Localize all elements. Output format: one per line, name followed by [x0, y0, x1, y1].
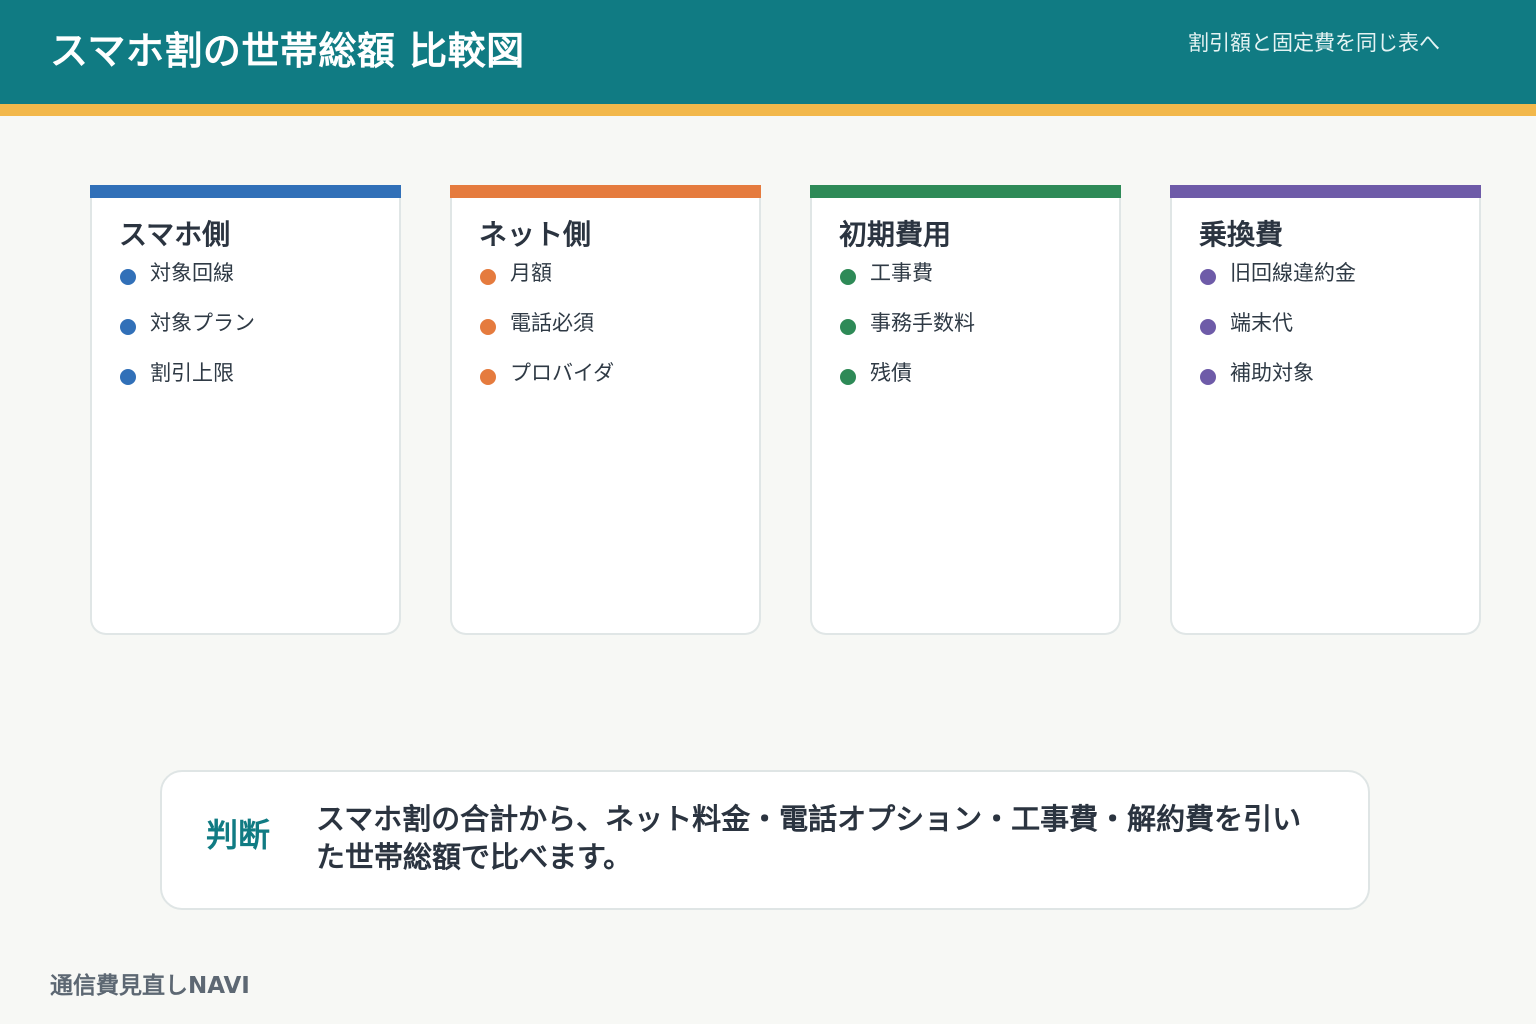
list-item: 対象回線 — [120, 258, 255, 308]
card-color-bar — [90, 185, 401, 198]
list-item: 月額 — [480, 258, 614, 308]
judgement-box: 判断 スマホ割の合計から、ネット料金・電話オプション・工事費・解約費を引いた世帯… — [160, 770, 1370, 910]
bullet-dot-icon — [120, 319, 136, 335]
bullet-dot-icon — [840, 369, 856, 385]
card-title: 乗換費 — [1199, 218, 1284, 251]
card-initial-cost: 初期費用 工事費 事務手数料 残債 — [810, 185, 1121, 635]
card-item-list: 工事費 事務手数料 残債 — [840, 258, 975, 408]
bullet-dot-icon — [1200, 369, 1216, 385]
page-title: スマホ割の世帯総額 比較図 — [50, 29, 525, 73]
bullet-dot-icon — [840, 319, 856, 335]
card-internet: ネット側 月額 電話必須 プロバイダ — [450, 185, 761, 635]
bullet-dot-icon — [1200, 319, 1216, 335]
judgement-text: スマホ割の合計から、ネット料金・電話オプション・工事費・解約費を引いた世帯総額で… — [316, 802, 1302, 874]
header-banner: スマホ割の世帯総額 比較図 割引額と固定費を同じ表へ — [0, 0, 1536, 104]
header-accent-stripe — [0, 104, 1536, 116]
card-item-list: 旧回線違約金 端末代 補助対象 — [1200, 258, 1356, 408]
item-label: 月額 — [510, 261, 552, 285]
item-label: 電話必須 — [510, 311, 594, 335]
footer-brand: 通信費見直しNAVI — [50, 973, 250, 999]
bullet-dot-icon — [480, 269, 496, 285]
item-label: 対象回線 — [150, 261, 234, 285]
list-item: プロバイダ — [480, 358, 614, 408]
card-item-list: 対象回線 対象プラン 割引上限 — [120, 258, 255, 408]
list-item: 旧回線違約金 — [1200, 258, 1356, 308]
card-color-bar — [450, 185, 761, 198]
card-color-bar — [1170, 185, 1481, 198]
item-label: 補助対象 — [1230, 361, 1314, 385]
page-subtitle: 割引額と固定費を同じ表へ — [1188, 31, 1440, 55]
bullet-dot-icon — [120, 369, 136, 385]
item-label: 旧回線違約金 — [1230, 261, 1356, 285]
list-item: 対象プラン — [120, 308, 255, 358]
item-label: プロバイダ — [510, 361, 615, 385]
card-switching-cost: 乗換費 旧回線違約金 端末代 補助対象 — [1170, 185, 1481, 635]
card-title: ネット側 — [479, 218, 592, 251]
card-smartphone: スマホ側 対象回線 対象プラン 割引上限 — [90, 185, 401, 635]
judgement-label: 判断 — [206, 816, 271, 854]
card-color-bar — [810, 185, 1121, 198]
item-label: 残債 — [870, 361, 912, 385]
list-item: 事務手数料 — [840, 308, 975, 358]
card-title: スマホ側 — [119, 218, 231, 251]
item-label: 端末代 — [1230, 311, 1293, 335]
bullet-dot-icon — [480, 319, 496, 335]
card-title: 初期費用 — [839, 218, 952, 251]
list-item: 割引上限 — [120, 358, 255, 408]
item-label: 割引上限 — [150, 361, 234, 385]
card-item-list: 月額 電話必須 プロバイダ — [480, 258, 614, 408]
bullet-dot-icon — [840, 269, 856, 285]
bullet-dot-icon — [120, 269, 136, 285]
item-label: 対象プラン — [150, 311, 255, 335]
bullet-dot-icon — [480, 369, 496, 385]
list-item: 端末代 — [1200, 308, 1356, 358]
list-item: 残債 — [840, 358, 975, 408]
item-label: 工事費 — [870, 261, 933, 285]
list-item: 電話必須 — [480, 308, 614, 358]
list-item: 工事費 — [840, 258, 975, 308]
bullet-dot-icon — [1200, 269, 1216, 285]
list-item: 補助対象 — [1200, 358, 1356, 408]
item-label: 事務手数料 — [870, 311, 975, 335]
